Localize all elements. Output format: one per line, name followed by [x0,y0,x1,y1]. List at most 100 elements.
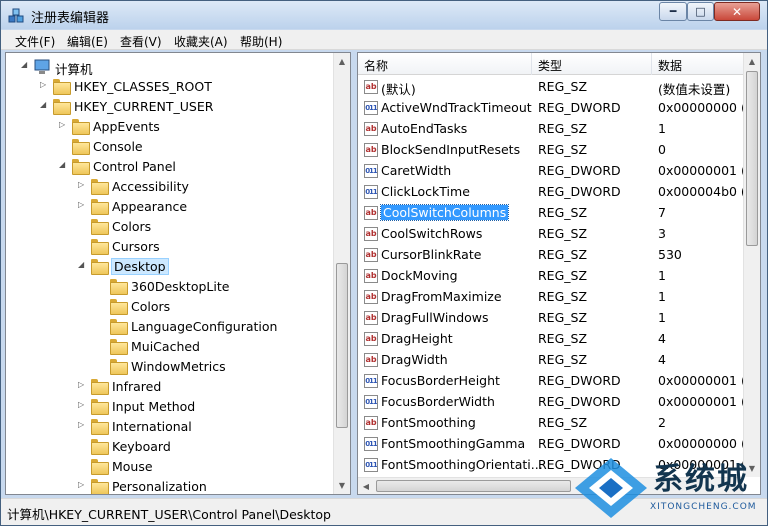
value-row[interactable]: ab DragWidth REG_SZ 4 [358,350,743,371]
tree-scroll-thumb[interactable] [336,263,348,428]
tree-node[interactable]: ▷ Appearance [6,197,336,217]
tree-node[interactable]: ▷ AppEvents [6,117,336,137]
column-header-name[interactable]: 名称 [364,57,388,74]
tree-node[interactable]: MuiCached [6,337,336,357]
tree-node-label: Console [93,139,143,154]
expand-arrow-icon[interactable]: ▷ [78,380,84,389]
value-row[interactable]: 011 ClickLockTime REG_DWORD 0x000004b0 (1 [358,182,754,203]
value-data: 1 [658,310,666,325]
collapse-arrow-icon[interactable]: ◢ [40,100,46,109]
menu-favorites[interactable]: 收藏夹(A) [174,33,228,50]
tree-node[interactable]: ▷ International [6,417,336,437]
tree-node[interactable]: Mouse [6,457,336,477]
menu-file[interactable]: 文件(F) [15,33,55,50]
value-row[interactable]: ab BlockSendInputResets REG_SZ 0 [358,140,743,161]
binary-value-icon: 011 [364,101,378,115]
value-row[interactable]: ab DockMoving REG_SZ 1 [358,266,743,287]
expand-arrow-icon[interactable]: ▷ [40,80,46,89]
menu-edit[interactable]: 编辑(E) [67,33,108,50]
value-type: REG_SZ [538,142,588,157]
value-row[interactable]: ab DragFromMaximize REG_SZ 1 [358,287,743,308]
value-name: CaretWidth [381,163,452,178]
folder-icon [91,239,109,255]
string-value-icon: ab [364,143,378,157]
scroll-up-icon[interactable]: ▲ [744,53,760,70]
string-value-icon: ab [364,80,378,94]
folder-icon [53,79,71,95]
expand-arrow-icon[interactable]: ▷ [78,200,84,209]
tree-vertical-scrollbar[interactable]: ▲ ▼ [333,53,350,494]
column-header-type[interactable]: 类型 [538,57,562,74]
column-divider[interactable] [531,53,532,75]
collapse-arrow-icon[interactable]: ◢ [59,160,65,169]
tree-node[interactable]: ▷ Accessibility [6,177,336,197]
value-data: 0x00000000 (0 [658,436,754,451]
expand-arrow-icon[interactable]: ▷ [78,180,84,189]
tree-node[interactable]: LanguageConfiguration [6,317,336,337]
scroll-left-icon[interactable]: ◀ [358,478,374,494]
expand-arrow-icon[interactable]: ▷ [78,480,84,489]
tree-node[interactable]: 360DesktopLite [6,277,336,297]
expand-arrow-icon[interactable]: ▷ [78,400,84,409]
expand-arrow-icon[interactable]: ▷ [59,120,65,129]
value-row[interactable]: ab DragHeight REG_SZ 4 [358,329,743,350]
value-row[interactable]: 011 CaretWidth REG_DWORD 0x00000001 (1 [358,161,754,182]
scroll-up-icon[interactable]: ▲ [334,53,350,70]
collapse-arrow-icon[interactable]: ◢ [78,260,84,269]
tree-node[interactable]: Keyboard [6,437,336,457]
menu-bar: 文件(F) 编辑(E) 查看(V) 收藏夹(A) 帮助(H) [1,30,767,50]
binary-value-icon: 011 [364,437,378,451]
value-row[interactable]: 011 ActiveWndTrackTimeout REG_DWORD 0x00000… [358,98,754,119]
registry-key-tree[interactable]: ◢ 计算机 ▷ HKEY_CLASSES_ROOT ◢ HKEY_CURRENT_USER… [5,52,351,495]
value-type: REG_SZ [538,226,588,241]
tree-node[interactable]: ◢ Desktop [6,257,336,277]
value-row[interactable]: ab DragFullWindows REG_SZ 1 [358,308,743,329]
value-name: FontSmoothingGamma [381,436,526,451]
registry-values-list[interactable]: 名称 类型 数据 ab (默认) REG_SZ (数值未设置) 011 ActiveWnd… [357,52,761,495]
value-row[interactable]: ab FontSmoothing REG_SZ 2 [358,413,743,434]
tree-node[interactable]: ▷ HKEY_CLASSES_ROOT [6,77,336,97]
tree-node[interactable]: Console [6,137,336,157]
column-divider[interactable] [651,53,652,75]
tree-node[interactable]: ◢ Control Panel [6,157,336,177]
value-type: REG_SZ [538,331,588,346]
value-row[interactable]: ab CoolSwitchColumns REG_SZ 7 [358,203,743,224]
value-row[interactable]: ab AutoEndTasks REG_SZ 1 [358,119,743,140]
tree-node[interactable]: WindowMetrics [6,357,336,377]
expand-arrow-icon[interactable]: ▷ [78,420,84,429]
menu-help[interactable]: 帮助(H) [240,33,282,50]
scroll-down-icon[interactable]: ▼ [334,477,350,494]
value-row[interactable]: 011 FocusBorderHeight REG_DWORD 0x00000001 … [358,371,754,392]
value-row[interactable]: 011 FocusBorderWidth REG_DWORD 0x00000001 (… [358,392,754,413]
list-vertical-scrollbar[interactable]: ▲ ▼ [743,53,760,477]
tree-node-label: Accessibility [112,179,189,194]
tree-node-label: WindowMetrics [131,359,226,374]
tree-node[interactable]: ▷ Personalization [6,477,336,494]
watermark-url: XITONGCHENG.COM [650,502,757,512]
close-button[interactable]: ✕ [714,2,760,21]
string-value-icon: ab [364,122,378,136]
menu-view[interactable]: 查看(V) [120,33,162,50]
list-hscroll-thumb[interactable] [376,480,571,492]
value-data: 530 [658,247,682,262]
minimize-button[interactable]: ━ [659,2,687,21]
tree-node[interactable]: Colors [6,217,336,237]
string-value-icon: ab [364,332,378,346]
column-header-data[interactable]: 数据 [658,57,682,74]
folder-icon [91,179,109,195]
tree-node[interactable]: Cursors [6,237,336,257]
tree-node[interactable]: Colors [6,297,336,317]
value-row[interactable]: ab CoolSwitchRows REG_SZ 3 [358,224,743,245]
value-data: 0x000004b0 (1 [658,184,754,199]
list-scroll-thumb[interactable] [746,71,758,246]
tree-node[interactable]: ◢ HKEY_CURRENT_USER [6,97,336,117]
value-row[interactable]: ab CursorBlinkRate REG_SZ 530 [358,245,743,266]
tree-node[interactable]: ◢ 计算机 [6,57,336,77]
tree-node[interactable]: ▷ Input Method [6,397,336,417]
value-row[interactable]: ab (默认) REG_SZ (数值未设置) [358,77,743,98]
collapse-arrow-icon[interactable]: ◢ [21,60,27,69]
tree-node[interactable]: ▷ Infrared [6,377,336,397]
folder-icon [110,339,128,355]
maximize-button[interactable]: □ [687,2,714,21]
value-type: REG_SZ [538,310,588,325]
